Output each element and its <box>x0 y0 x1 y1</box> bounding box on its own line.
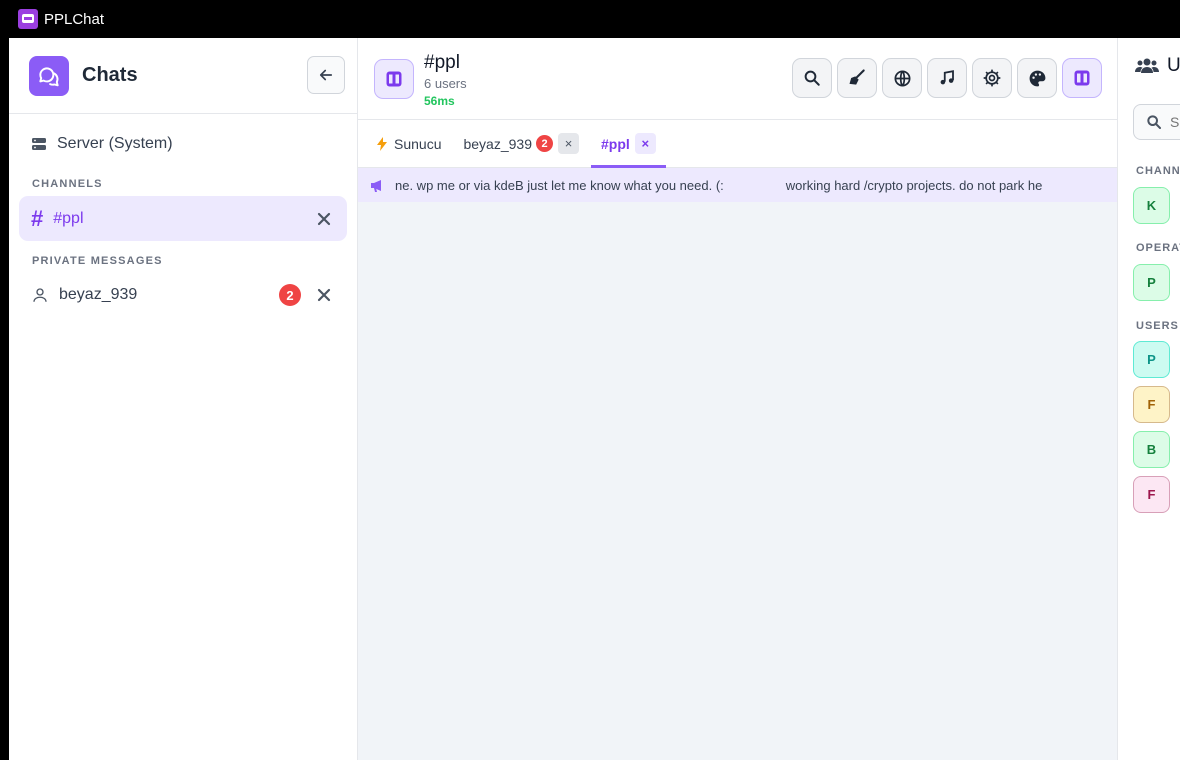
server-item[interactable]: Server (System) <box>9 124 357 164</box>
users-section-label: USERS <box>1136 320 1179 332</box>
columns-icon <box>386 71 402 87</box>
sidebar-header: Chats <box>9 38 357 114</box>
server-item-label: Server (System) <box>57 135 173 152</box>
tab-label: beyaz_939 <box>463 135 532 152</box>
chats-sidebar: Chats Server (System) CHANNELS # #ppl PR… <box>9 38 358 760</box>
header-toolbar <box>787 58 1102 98</box>
lightning-icon <box>377 136 387 151</box>
search-button[interactable] <box>792 58 832 98</box>
close-channel-icon[interactable] <box>315 210 333 228</box>
member-avatar[interactable]: F <box>1133 386 1170 423</box>
channel-item-ppl[interactable]: # #ppl <box>19 196 347 241</box>
ticker-text: ne. wp me or via kdeB just let me know w… <box>395 177 724 193</box>
toggle-userlist-button[interactable] <box>1062 58 1102 98</box>
window-titlebar: PPLChat <box>0 0 1180 38</box>
user-list-header: U <box>1118 38 1180 94</box>
music-button[interactable] <box>927 58 967 98</box>
channel-item-label: #ppl <box>53 209 84 227</box>
settings-button[interactable] <box>972 58 1012 98</box>
pm-item-label: beyaz_939 <box>59 286 138 303</box>
gear-icon <box>983 69 1001 87</box>
ticker-text: working hard /crypto projects. do not pa… <box>785 177 1043 193</box>
chats-icon <box>29 55 69 96</box>
globe-icon <box>894 70 910 86</box>
chat-tabs: Sunucu beyaz_939 2 × #ppl × <box>358 120 1117 168</box>
hash-icon: # <box>31 205 44 231</box>
music-note-icon <box>940 70 954 85</box>
unread-badge: 2 <box>279 284 301 306</box>
channel-header: #ppl 6 users 56ms <box>358 38 1117 120</box>
close-pm-icon[interactable] <box>315 286 333 304</box>
palette-icon <box>1029 70 1045 86</box>
member-avatar[interactable]: P <box>1133 341 1170 378</box>
main-chat-area: #ppl 6 users 56ms Sunucu beyaz_939 2 × #… <box>358 38 1117 760</box>
theme-button[interactable] <box>1017 58 1057 98</box>
tab-sunucu[interactable]: Sunucu <box>373 120 445 167</box>
app-logo-icon <box>18 9 38 29</box>
server-icon <box>31 136 47 152</box>
user-search-input[interactable] <box>1170 114 1180 130</box>
ping-indicator: 56ms <box>424 94 455 108</box>
search-icon <box>804 70 820 86</box>
users-icon <box>1135 57 1159 75</box>
user-icon <box>31 286 49 304</box>
topic-ticker: ne. wp me or via kdeB just let me know w… <box>358 168 1117 202</box>
user-list-title: U <box>1167 55 1180 76</box>
broom-icon <box>849 69 865 85</box>
collapse-sidebar-button[interactable] <box>307 56 345 94</box>
channel-info: #ppl 6 users 56ms <box>424 52 467 108</box>
user-search[interactable] <box>1133 104 1180 140</box>
member-avatar[interactable]: P <box>1133 264 1170 301</box>
member-avatar[interactable]: F <box>1133 476 1170 513</box>
channel-section-label: CHANN <box>1136 165 1180 177</box>
language-button[interactable] <box>882 58 922 98</box>
close-tab-icon[interactable]: × <box>634 133 656 154</box>
private-messages-section-label: PRIVATE MESSAGES <box>32 255 163 267</box>
close-tab-icon[interactable]: × <box>558 133 579 154</box>
search-icon <box>1147 115 1161 129</box>
tab-label: #ppl <box>601 135 630 152</box>
pm-item-beyaz[interactable]: beyaz_939 2 <box>19 273 347 317</box>
user-count: 6 users <box>424 76 467 91</box>
toggle-sidebar-button[interactable] <box>374 59 414 99</box>
operators-section-label: OPERAT <box>1136 242 1180 254</box>
tab-beyaz[interactable]: beyaz_939 2 × <box>459 120 583 167</box>
app-title: PPLChat <box>44 10 105 28</box>
member-avatar[interactable]: B <box>1133 431 1170 468</box>
arrow-left-icon <box>319 69 333 81</box>
user-list-panel: U CHANN K OPERAT P USERS P F B F <box>1117 38 1180 760</box>
app-window: Chats Server (System) CHANNELS # #ppl PR… <box>9 38 1180 760</box>
member-avatar[interactable]: K <box>1133 187 1170 224</box>
tab-label: Sunucu <box>394 135 442 152</box>
tab-unread-badge: 2 <box>536 135 553 152</box>
channels-section-label: CHANNELS <box>32 178 103 190</box>
channel-title: #ppl <box>424 52 460 73</box>
clear-button[interactable] <box>837 58 877 98</box>
tab-ppl[interactable]: #ppl × <box>591 120 666 168</box>
columns-icon <box>1074 70 1090 86</box>
megaphone-icon <box>370 179 384 192</box>
sidebar-title: Chats <box>82 64 138 86</box>
